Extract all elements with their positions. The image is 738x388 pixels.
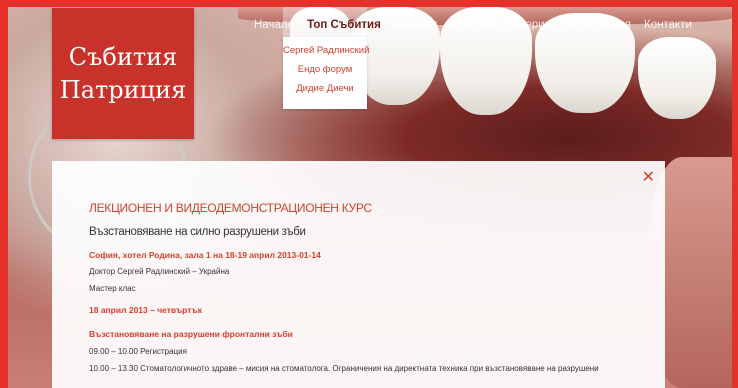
main-navigation: Начало Топ Събития Лектори Курсове Галер… [254,19,705,31]
session-topic: Възстановяване на разрушени фронтални зъ… [89,329,293,339]
close-icon[interactable]: ✕ [642,167,655,187]
event-location: София, хотел Родина, зала 1 на 18-19 апр… [89,250,321,260]
nav-item-gallery[interactable]: Галерия [507,19,551,31]
schedule-item: 09.00 – 10.00 Регистрация [89,347,187,356]
course-title: ЛЕКЦИОНЕН И ВИДЕОДЕМОНСТРАЦИОНЕН КУРС [89,201,372,215]
event-details-modal: ✕ ЛЕКЦИОНЕН И ВИДЕОДЕМОНСТРАЦИОНЕН КУРС … [52,161,665,388]
dropdown-item-radlinsky[interactable]: Сергей Радлинский [283,41,369,60]
logo-line-1: Събития [68,42,178,71]
dropdown-item-didier-dietschi[interactable]: Дидие Диечи [283,79,367,98]
logo-line-2: Патриция [59,75,187,104]
nav-item-courses[interactable]: Курсове [450,19,493,31]
site-logo[interactable]: Събития Патриция [52,8,194,139]
schedule-item: 10.00 – 13.30 Стоматологичното здраве – … [89,364,599,373]
class-type: Мастер клас [89,284,136,293]
nav-item-top-events[interactable]: Топ Събития [307,19,381,31]
top-events-dropdown: Сергей Радлинский Ендо форум Дидие Диечи [283,37,369,109]
tooth [638,37,716,119]
event-date: 18 април 2013 – четвъртък [89,305,202,315]
nav-item-lecturers[interactable]: Лектори [394,19,437,31]
nav-item-registration[interactable]: Регистрация [564,19,631,31]
nav-item-home[interactable]: Начало [254,19,294,31]
dropdown-item-endo-forum[interactable]: Ендо форум [283,60,367,79]
course-subtitle: Възстановяване на силно разрушени зъби [89,226,306,238]
nav-item-contacts[interactable]: Контакти [644,19,692,31]
lecturer-name: Доктор Сергей Радлинский – Украйна [89,267,230,276]
